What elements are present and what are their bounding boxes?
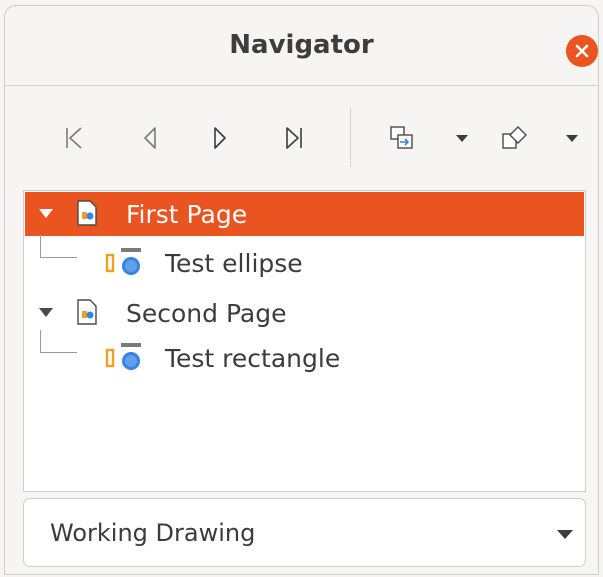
tree-connector	[40, 330, 77, 353]
navigator-tree[interactable]: First Page Test ellipse Second Page Test…	[23, 190, 586, 492]
chevron-down-icon	[566, 135, 578, 142]
shapes-dropdown-button[interactable]	[555, 121, 589, 155]
last-item-button[interactable]	[277, 121, 311, 155]
toolbar-separator	[350, 107, 351, 167]
tree-item-second-page[interactable]: Second Page	[25, 291, 584, 335]
drag-mode-icon	[390, 126, 413, 149]
document-select-value: Working Drawing	[50, 519, 256, 547]
page-icon	[77, 299, 97, 325]
shape-icon	[105, 248, 141, 275]
chevron-down-icon	[456, 135, 468, 142]
chevron-down-icon	[557, 530, 573, 539]
shapes-icon	[502, 126, 527, 149]
next-item-button[interactable]	[203, 121, 237, 155]
skip-last-icon	[286, 127, 302, 149]
expander-icon[interactable]	[39, 209, 53, 218]
tree-item-test-ellipse[interactable]: Test ellipse	[25, 235, 584, 285]
skip-first-icon	[66, 127, 82, 149]
close-icon	[575, 44, 589, 58]
close-button[interactable]	[566, 35, 598, 67]
tree-connector	[40, 235, 77, 258]
tree-item-label: Second Page	[126, 299, 287, 328]
previous-item-button[interactable]	[133, 121, 167, 155]
window-title: Navigator	[229, 30, 374, 60]
next-icon	[214, 127, 226, 149]
first-item-button[interactable]	[57, 121, 91, 155]
page-icon	[77, 200, 97, 226]
title-bar: Navigator	[5, 6, 598, 86]
tree-item-label: Test rectangle	[165, 344, 341, 373]
drag-mode-button[interactable]	[385, 121, 419, 155]
tree-item-test-rectangle[interactable]: Test rectangle	[25, 330, 584, 380]
shape-icon	[105, 343, 141, 370]
shapes-button[interactable]	[497, 121, 531, 155]
tree-item-label: Test ellipse	[165, 249, 303, 278]
expander-icon[interactable]	[39, 308, 53, 317]
navigator-panel: Navigator First Page Test ellipse Second…	[0, 0, 603, 577]
navigation-toolbar	[5, 87, 598, 190]
previous-icon	[144, 127, 156, 149]
tree-item-label: First Page	[126, 200, 248, 229]
document-select[interactable]: Working Drawing	[23, 498, 586, 567]
drag-mode-dropdown-button[interactable]	[445, 121, 479, 155]
tree-item-first-page[interactable]: First Page	[25, 192, 584, 236]
